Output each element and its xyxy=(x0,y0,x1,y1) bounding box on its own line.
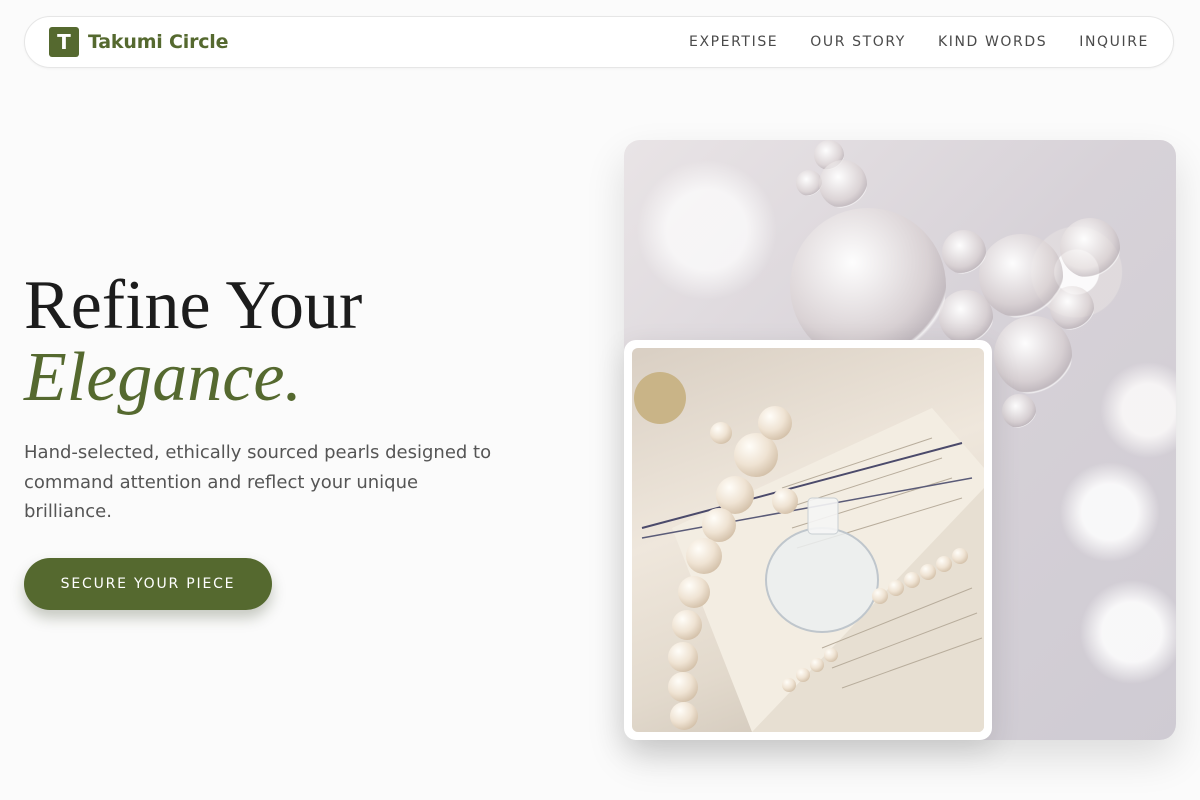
hero-title-accent: Elegance. xyxy=(24,339,302,416)
pearl-decoration xyxy=(758,406,792,440)
pearl-decoration xyxy=(796,668,810,682)
bubble-decoration xyxy=(939,290,993,344)
main-nav: EXPERTISE OUR STORY KIND WORDS INQUIRE xyxy=(689,34,1149,50)
bubble-decoration xyxy=(819,160,867,208)
pearl-decoration xyxy=(888,580,904,596)
pearls-book-image xyxy=(632,348,984,732)
pearl-decoration xyxy=(936,556,952,572)
nav-link-expertise[interactable]: EXPERTISE xyxy=(689,34,778,50)
secure-your-piece-button[interactable]: SECURE YOUR PIECE xyxy=(24,558,272,610)
pearl-decoration xyxy=(670,702,698,730)
pearl-decoration xyxy=(904,572,920,588)
pearls-book-image-card xyxy=(624,340,992,740)
brand-name: Takumi Circle xyxy=(88,31,229,53)
nav-link-our-story[interactable]: OUR STORY xyxy=(810,34,906,50)
pearl-decoration xyxy=(872,588,888,604)
hero-title: Refine Your Elegance. xyxy=(24,270,362,414)
pearl-decoration xyxy=(782,678,796,692)
pearl-decoration xyxy=(952,548,968,564)
bubble-decoration xyxy=(994,316,1072,394)
pearl-decoration xyxy=(824,648,838,662)
pearl-decoration xyxy=(810,658,824,672)
pearl-decoration xyxy=(668,672,698,702)
brand-logo-mark: T xyxy=(49,27,79,57)
hero-title-line1: Refine Your xyxy=(24,267,363,344)
pearl-decoration xyxy=(672,610,702,640)
pearl-decoration xyxy=(702,508,736,542)
pearl-decoration xyxy=(686,538,722,574)
pearl-decoration xyxy=(710,422,732,444)
bubble-decoration xyxy=(1002,394,1036,428)
brand-logo-link[interactable]: T Takumi Circle xyxy=(49,27,229,57)
nav-link-kind-words[interactable]: KIND WORDS xyxy=(938,34,1047,50)
hero-subtitle: Hand-selected, ethically sourced pearls … xyxy=(24,442,492,522)
pearl-decoration xyxy=(678,576,710,608)
pearl-decoration xyxy=(772,488,798,514)
pearl-decoration xyxy=(920,564,936,580)
nav-link-inquire[interactable]: INQUIRE xyxy=(1079,34,1149,50)
pearl-decoration xyxy=(668,642,698,672)
top-navbar: T Takumi Circle EXPERTISE OUR STORY KIND… xyxy=(24,16,1174,68)
bubble-decoration xyxy=(942,230,986,274)
bubble-decoration xyxy=(1050,286,1094,330)
bubble-decoration xyxy=(1060,218,1120,278)
